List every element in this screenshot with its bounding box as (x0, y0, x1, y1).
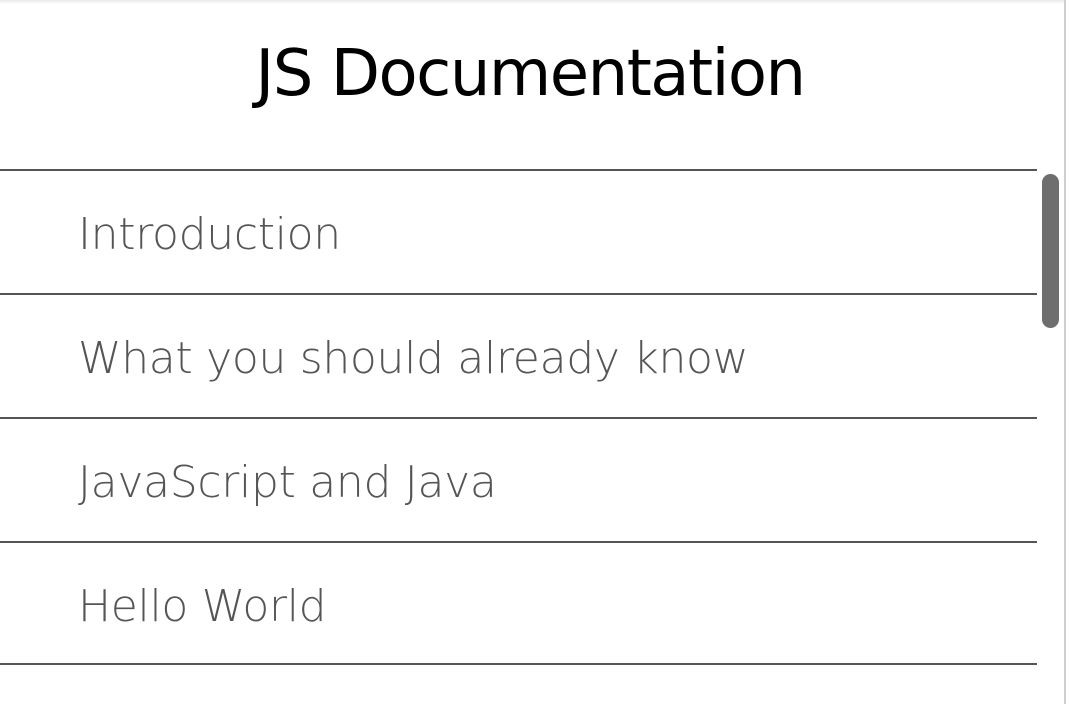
navbar: JS Documentation Introduction What you s… (0, 0, 1037, 704)
nav-link-javascript-and-java[interactable]: JavaScript and Java (0, 417, 1037, 541)
nav-link-label: What you should already know (78, 333, 749, 384)
nav-list: Introduction What you should already kno… (0, 169, 1037, 665)
nav-link-label: JavaScript and Java (78, 457, 497, 508)
nav-link-what-you-should-already-know[interactable]: What you should already know (0, 293, 1037, 417)
page-scrollbar-track[interactable] (1064, 0, 1080, 704)
nav-link-hello-world[interactable]: Hello World (0, 541, 1037, 665)
nav-link-introduction[interactable]: Introduction (0, 169, 1037, 293)
nav-title: JS Documentation (255, 37, 806, 111)
nav-link-label: Hello World (78, 581, 327, 632)
nav-link-label: Introduction (78, 209, 341, 260)
nav-scrollbar-thumb[interactable] (1042, 174, 1059, 328)
